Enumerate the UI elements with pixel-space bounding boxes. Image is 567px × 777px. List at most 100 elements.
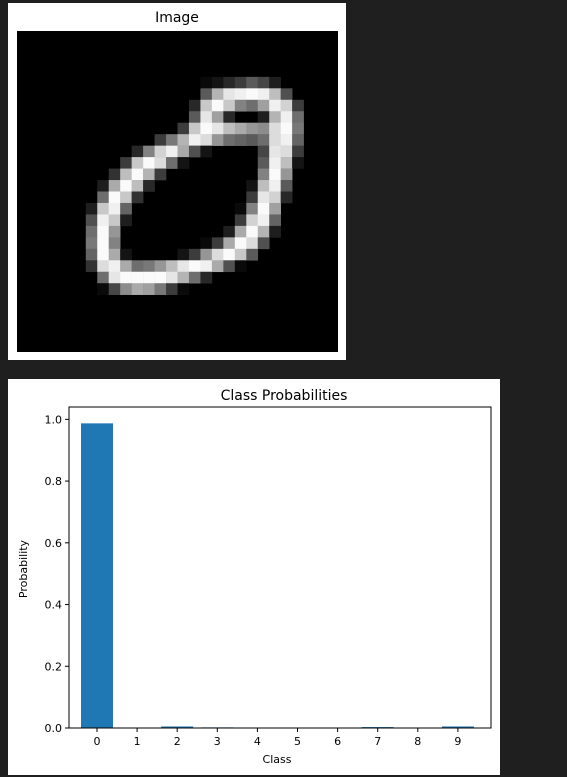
digit-pixel [143,260,155,273]
digit-pixel [269,168,281,181]
digit-pixel [108,248,121,261]
digit-pixel [97,248,110,261]
digit-pixel [154,157,167,169]
digit-pixel [234,248,247,261]
digit-pixel [143,145,155,158]
digit-pixel [280,99,293,112]
digit-pixel [280,145,293,158]
digit-pixel [269,157,281,169]
digit-pixel [97,271,110,284]
digit-pixel [257,214,270,227]
digit-pixel [292,145,304,158]
digit-pixel [234,225,247,238]
digit-pixel [211,76,224,89]
digit-pixel [120,214,132,227]
digit-pixel [200,99,213,112]
y-tick-label: 0.8 [45,475,63,488]
digit-pixel [223,122,236,135]
digit-pixel [223,260,236,273]
digit-pixel [257,157,270,169]
digit-pixel [280,111,293,124]
digit-pixel [200,134,213,146]
digit-pixel [269,76,281,89]
x-tick-label: 9 [454,735,461,748]
x-tick-label: 1 [134,735,141,748]
digit-pixel [211,134,224,146]
digit-pixel [211,111,224,124]
digit-pixel [120,157,132,169]
digit-pixel [200,260,213,273]
digit-pixel [154,283,167,295]
digit-pixel [188,145,201,158]
digit-pixel [177,248,190,261]
digit-pixel [120,248,132,261]
x-tick-label: 7 [374,735,381,748]
y-tick-label: 1.0 [45,413,63,426]
digit-pixel [211,237,224,250]
digit-pixel [166,145,178,158]
digit-pixel [177,145,190,158]
digit-pixel [234,237,247,250]
y-tick-label: 0.6 [45,537,63,550]
digit-pixel [188,111,201,124]
class-probabilities-figure: Class Probabilities Class Probability 0 1… [8,379,500,775]
y-tick-label: 0.0 [45,722,63,735]
digit-pixel [257,99,270,112]
digit-pixel [108,237,121,250]
digit-pixel [280,191,293,204]
digit-pixel [85,237,98,250]
digit-pixel [188,134,201,146]
digit-pixel [246,88,259,101]
digit-pixel [131,168,144,181]
digit-pixel [234,134,247,146]
digit-pixel [269,88,281,101]
digit-pixel [269,180,281,192]
digit-pixel [211,122,224,135]
digit-pixel [97,237,110,250]
digit-pixel [246,134,259,146]
digit-pixel [292,122,304,135]
digit-pixel [269,225,281,238]
digit-pixel [131,145,144,158]
digit-pixel [257,122,270,135]
digit-pixel [223,248,236,261]
image-figure: Image [8,3,346,360]
digit-pixel [280,88,293,101]
digit-pixel [200,122,213,135]
digit-pixel [120,191,132,204]
digit-pixel [97,202,110,215]
x-tick-label: 2 [174,735,181,748]
digit-pixel [257,202,270,215]
digit-pixel [292,111,304,124]
digit-pixel [234,76,247,89]
digit-pixel [200,76,213,89]
digit-pixel [108,180,121,192]
digit-pixel [131,283,144,295]
digit-pixel [234,122,247,135]
digit-pixel [154,134,167,146]
digit-pixel [280,180,293,192]
digit-pixel [234,214,247,227]
digit-pixel [85,248,98,261]
digit-pixel [177,260,190,273]
y-axis-label: Probability [17,539,30,598]
digit-pixel [131,191,144,204]
digit-pixel [85,260,98,273]
digit-pixel [188,271,201,284]
digit-pixel [166,260,178,273]
digit-pixel [154,145,167,158]
digit-pixel [188,99,201,112]
digit-pixel [143,168,155,181]
digit-pixel [246,180,259,192]
digit-pixel [280,134,293,146]
digit-pixel [223,99,236,112]
digit-pixel [223,111,236,124]
digit-pixel [269,145,281,158]
digit-pixel [166,271,178,284]
digit-pixel [257,237,270,250]
digit-pixel [200,88,213,101]
digit-pixel [131,271,144,284]
digit-pixel [177,122,190,135]
digit-pixel [257,76,270,89]
digit-pixel [246,202,259,215]
